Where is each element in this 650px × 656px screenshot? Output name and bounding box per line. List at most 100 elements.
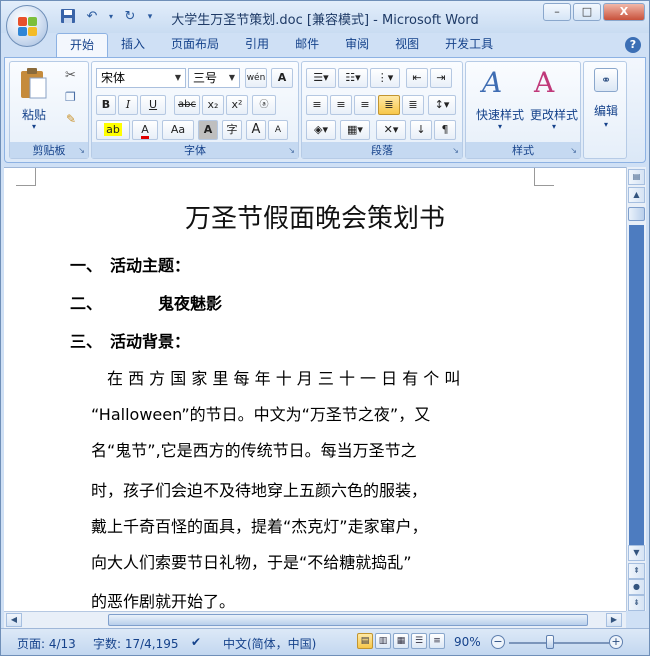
editing-dropdown-icon[interactable]: ▾ [586,120,626,129]
proofing-icon[interactable]: ✔ [191,635,201,649]
scroll-left-icon[interactable]: ◀ [6,613,22,627]
maximize-button[interactable]: □ [573,3,601,21]
help-icon[interactable]: ? [625,37,641,53]
clear-formatting-icon[interactable]: ⓐ [252,95,276,115]
change-styles-button[interactable]: A 更改样式 ▾ [526,66,580,138]
multilevel-list-icon[interactable]: ⋮▾ [370,68,400,88]
paragraph-launcher-icon[interactable]: ↘ [452,146,459,155]
scroll-down-icon[interactable]: ▼ [628,545,645,561]
justify-icon[interactable]: ≣ [378,95,400,115]
draft-view-icon[interactable]: ≡ [429,633,445,649]
font-size-combo[interactable]: 三号 ▼ [188,68,240,88]
body-line: 戴上千奇百怪的面具，提着“杰克灯”走家窜户， [91,517,428,536]
select-browse-object-icon[interactable]: ● [628,579,645,595]
strikethrough-button[interactable]: abc [174,95,200,115]
word-count[interactable]: 字数: 17/4,195 [93,635,179,652]
language-indicator[interactable]: 中文(简体，中国) [223,635,316,652]
change-case-button[interactable]: Aa [162,120,194,140]
quick-styles-button[interactable]: A 快速样式 ▾ [470,66,524,138]
sort-icon[interactable]: ↓ [410,120,432,140]
shrink-font-button[interactable]: A [268,120,288,140]
horizontal-scrollbar[interactable]: ◀ ▶ [4,611,626,628]
subscript-button[interactable]: x₂ [202,95,224,115]
font-color-button[interactable]: A [132,120,158,140]
decrease-indent-icon[interactable]: ⇤ [406,68,428,88]
clipboard-launcher-icon[interactable]: ↘ [78,146,85,155]
numbering-icon[interactable]: ☷▾ [338,68,368,88]
chevron-down-icon[interactable]: ▼ [171,69,185,87]
italic-button[interactable]: I [118,95,138,115]
scroll-up-icon[interactable]: ▲ [628,187,645,203]
page-count[interactable]: 页面: 4/13 [17,635,76,652]
web-layout-icon[interactable]: ▦ [393,633,409,649]
underline-button[interactable]: U [140,95,166,115]
bold-button[interactable]: B [96,95,116,115]
font-name-combo[interactable]: 宋体 ▼ [96,68,186,88]
tab-review[interactable]: 审阅 [332,33,382,57]
chinese-layout-icon[interactable]: ✕▾ [376,120,406,140]
shading-icon[interactable]: ◈▾ [306,120,336,140]
minimize-button[interactable]: – [543,3,571,21]
grow-font-button[interactable]: A [246,120,266,140]
borders-icon[interactable]: ▦▾ [340,120,370,140]
increase-indent-icon[interactable]: ⇥ [430,68,452,88]
styles-group-label: 样式 ↘ [466,142,580,158]
paste-button[interactable]: 粘贴 ▾ [16,66,52,138]
chevron-down-icon[interactable]: ▼ [225,69,239,87]
wen-button[interactable]: wén [245,68,267,88]
font-launcher-icon[interactable]: ↘ [288,146,295,155]
previous-page-icon[interactable]: ⇞ [628,563,645,579]
align-left-icon[interactable]: ≡ [306,95,328,115]
outline-view-icon[interactable]: ☰ [411,633,427,649]
office-button[interactable] [6,5,48,47]
tab-insert[interactable]: 插入 [108,33,158,57]
clipboard-group: 粘贴 ▾ ✂ ❐ ✎ 剪贴板 ↘ [9,61,89,159]
vertical-scroll-track[interactable] [629,225,644,545]
zoom-in-icon[interactable]: + [609,635,623,649]
full-screen-reading-icon[interactable]: ▥ [375,633,391,649]
line-spacing-icon[interactable]: ↕▾ [428,95,456,115]
styles-launcher-icon[interactable]: ↘ [570,146,577,155]
paragraph-group: ☰▾ ☷▾ ⋮▾ ⇤ ⇥ ≡ ≡ ≡ ≣ ≣ ↕▾ ◈▾ ▦▾ ✕▾ ↓ ¶ 段… [301,61,463,159]
show-marks-icon[interactable]: ¶ [434,120,456,140]
distributed-icon[interactable]: ≣ [402,95,424,115]
body-line: “Halloween”的节日。中文为“万圣节之夜”，又 [91,405,431,424]
tab-page-layout[interactable]: 页面布局 [158,33,232,57]
bullets-icon[interactable]: ☰▾ [306,68,336,88]
highlight-button[interactable]: ab [96,120,130,140]
copy-icon[interactable]: ❐ [65,90,76,104]
scroll-right-icon[interactable]: ▶ [606,613,622,627]
zoom-slider-track[interactable] [509,642,609,644]
change-styles-dropdown-icon[interactable]: ▾ [526,122,582,131]
enclosed-char-button[interactable]: 字 [222,120,242,140]
superscript-button[interactable]: x² [226,95,248,115]
horizontal-scroll-thumb[interactable] [108,614,588,626]
editing-button[interactable]: ⚭ 编辑 ▾ [586,66,626,138]
tab-references[interactable]: 引用 [232,33,282,57]
print-layout-view-icon[interactable]: ▤ [357,633,373,649]
ruler-toggle-icon[interactable]: ▤ [628,169,645,185]
status-bar: 页面: 4/13 字数: 17/4,195 ✔ 中文(简体，中国) ▤ ▥ ▦ … [1,628,649,655]
zoom-slider-thumb[interactable] [546,635,554,649]
next-page-icon[interactable]: ⇟ [628,595,645,611]
align-center-icon[interactable]: ≡ [330,95,352,115]
zoom-level[interactable]: 90% [454,635,481,649]
zoom-out-icon[interactable]: − [491,635,505,649]
tab-home[interactable]: 开始 [56,33,109,57]
vertical-scrollbar[interactable]: ▤ ▲ ▼ ⇞ ● ⇟ [626,167,646,611]
font-color-icon: A [141,123,149,139]
cut-icon[interactable]: ✂ [65,68,76,83]
document-page[interactable]: 万圣节假面晚会策划书 一、 活动主题： 二、 鬼夜魅影 三、 活动背景： 在 西 方 … [4,167,626,611]
char-border-button[interactable]: A [271,68,293,88]
vertical-scroll-thumb[interactable] [628,207,645,221]
char-shading-button[interactable]: A [198,120,218,140]
format-painter-icon[interactable]: ✎ [66,112,76,126]
align-right-icon[interactable]: ≡ [354,95,376,115]
close-button[interactable]: X [603,3,645,21]
font-name-value: 宋体 [101,71,126,85]
tab-developer[interactable]: 开发工具 [432,33,506,57]
quick-styles-dropdown-icon[interactable]: ▾ [470,122,530,131]
tab-view[interactable]: 视图 [382,33,432,57]
paste-dropdown-icon[interactable]: ▾ [16,122,52,131]
tab-mailings[interactable]: 邮件 [282,33,332,57]
